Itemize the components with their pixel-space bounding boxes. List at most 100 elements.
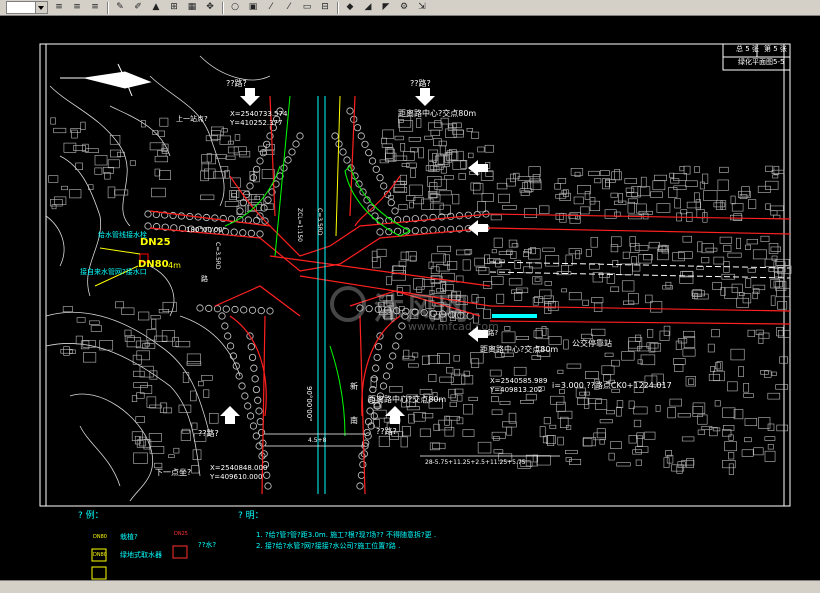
tree-symbol [361, 140, 369, 148]
upper-point-label: 上一站点? [176, 115, 208, 123]
tree-symbol [389, 352, 397, 360]
tree-symbol [144, 210, 152, 218]
arc-icon[interactable]: ⁄ [282, 1, 296, 14]
road-name-2: 南 [350, 416, 358, 425]
tree-symbol [429, 309, 437, 317]
north-arrow-icon [60, 63, 152, 97]
tree-symbol [447, 212, 455, 220]
arrow-right-label: ??路? [480, 329, 499, 337]
title-sheet-no: 第 5 张 [764, 45, 787, 53]
properties-icon[interactable]: ⚙ [397, 1, 411, 14]
tree-symbol [448, 311, 456, 319]
tree-symbol [371, 212, 379, 220]
tree-symbol [254, 396, 262, 404]
hatch-icon[interactable]: ◢ [361, 1, 375, 14]
tree-symbol [387, 199, 395, 207]
angle-v-label: 90°00'00" [305, 386, 313, 422]
tree-symbol [374, 343, 383, 351]
tree-symbol [244, 402, 252, 410]
legend-item-1: 栽植? [120, 533, 138, 541]
tree-symbol [247, 343, 255, 351]
label-arrow-top-left: ??路? [226, 79, 247, 88]
dn80-suffix: 4m [168, 261, 181, 270]
tree-symbol [363, 428, 371, 437]
dim-total-label: 4.5+8 [308, 437, 327, 444]
tree-symbol [226, 342, 235, 350]
tree-symbol [393, 307, 401, 315]
tree-symbol [339, 148, 347, 156]
tree-symbol [368, 157, 377, 165]
toolbar-separator [222, 1, 224, 14]
tree-symbol [356, 304, 364, 312]
linetype-icon[interactable]: ≡ [70, 1, 84, 14]
layer-dropdown[interactable] [6, 1, 48, 14]
notes-title: ? 明： [238, 511, 264, 521]
dist-mid-label: 距离路中心?交点80m [480, 345, 559, 354]
lineweight-icon[interactable]: ≡ [88, 1, 102, 14]
pan-icon[interactable]: ✥ [203, 1, 217, 14]
tree-symbol [256, 157, 264, 165]
tree-symbol [246, 182, 254, 190]
tree-symbol [250, 364, 258, 372]
dn25-label: DN25 [140, 237, 171, 248]
tree-symbol [386, 362, 394, 370]
tree-symbol [372, 364, 380, 372]
circle-icon[interactable]: ○ [228, 1, 242, 14]
legend-item-2: 绿地式取水器 [120, 551, 162, 559]
cad-drawing [39, 43, 792, 580]
title-total-sheets: 总 5 张 [736, 45, 759, 53]
legend-sym-2: DN80 [93, 552, 107, 558]
tree-symbol [372, 165, 380, 173]
tree-symbol [420, 309, 428, 317]
tree-symbol [244, 216, 252, 224]
tree-symbol [257, 428, 266, 437]
pencil-icon[interactable]: ✎ [113, 1, 127, 14]
save-icon[interactable]: ▣ [246, 1, 260, 14]
tree-symbol [251, 375, 259, 383]
tree-symbol [231, 305, 239, 314]
tree-symbol [205, 304, 213, 312]
tree-symbol [411, 227, 419, 235]
coord-top-y: Y=410252.377 [230, 119, 283, 127]
angle-label: 180°00'00" [186, 226, 226, 234]
tree-symbol [196, 304, 204, 312]
tree-symbol [382, 372, 391, 380]
north-arrow-icon[interactable]: ▲ [149, 1, 163, 14]
tree-symbol [236, 207, 244, 215]
region-icon[interactable]: ◆ [343, 1, 357, 14]
tree-symbol [366, 407, 374, 415]
coord-mid-y: Y=409813.202 [490, 386, 543, 394]
arrow-bottom-left-label: ??路? [198, 429, 219, 438]
tree-symbol [395, 332, 403, 340]
status-bar [0, 580, 820, 593]
layer-icon[interactable]: ≡ [52, 1, 66, 14]
coord-bot-x: X=2540848.000 [210, 464, 268, 472]
legend-sym-1: DN80 [93, 534, 107, 540]
chainage-label: i=3.000 ??路点CK0+1224.017 [552, 381, 672, 390]
tree-symbol [177, 212, 186, 220]
tree-symbol [373, 353, 381, 362]
notes-line-2: 2. 接?给?水管?网?接接?水公司?施工位置?路 . [256, 542, 401, 550]
rectangle-icon[interactable]: ▭ [300, 1, 314, 14]
direction-arrows [220, 88, 488, 424]
tree-symbol [247, 229, 255, 237]
tree-symbol [248, 353, 257, 362]
tree-symbol [343, 156, 351, 164]
polyline-icon[interactable]: ⁄ [264, 1, 278, 14]
plot-icon[interactable]: ⊞ [167, 1, 181, 14]
bus-stop-label: 公交停靠站 [572, 339, 612, 348]
tree-symbol [256, 230, 264, 238]
extend-icon[interactable]: ⇲ [415, 1, 429, 14]
bus-stop-bay [492, 314, 537, 318]
tree-symbol [266, 307, 274, 315]
chevron-down-icon[interactable] [35, 2, 47, 13]
view-icon[interactable]: ◤ [379, 1, 393, 14]
drawing-canvas[interactable]: ??路? ??路? X=2540733.574 Y=410252.377 上一站… [0, 16, 820, 580]
dimension-icon[interactable]: ⊟ [318, 1, 332, 14]
tree-symbol [249, 422, 258, 430]
tree-symbol [264, 482, 272, 490]
grid-icon[interactable]: ▦ [185, 1, 199, 14]
tree-symbol [257, 307, 265, 315]
tree-symbol [391, 207, 399, 215]
text-edit-icon[interactable]: ✐ [131, 1, 145, 14]
